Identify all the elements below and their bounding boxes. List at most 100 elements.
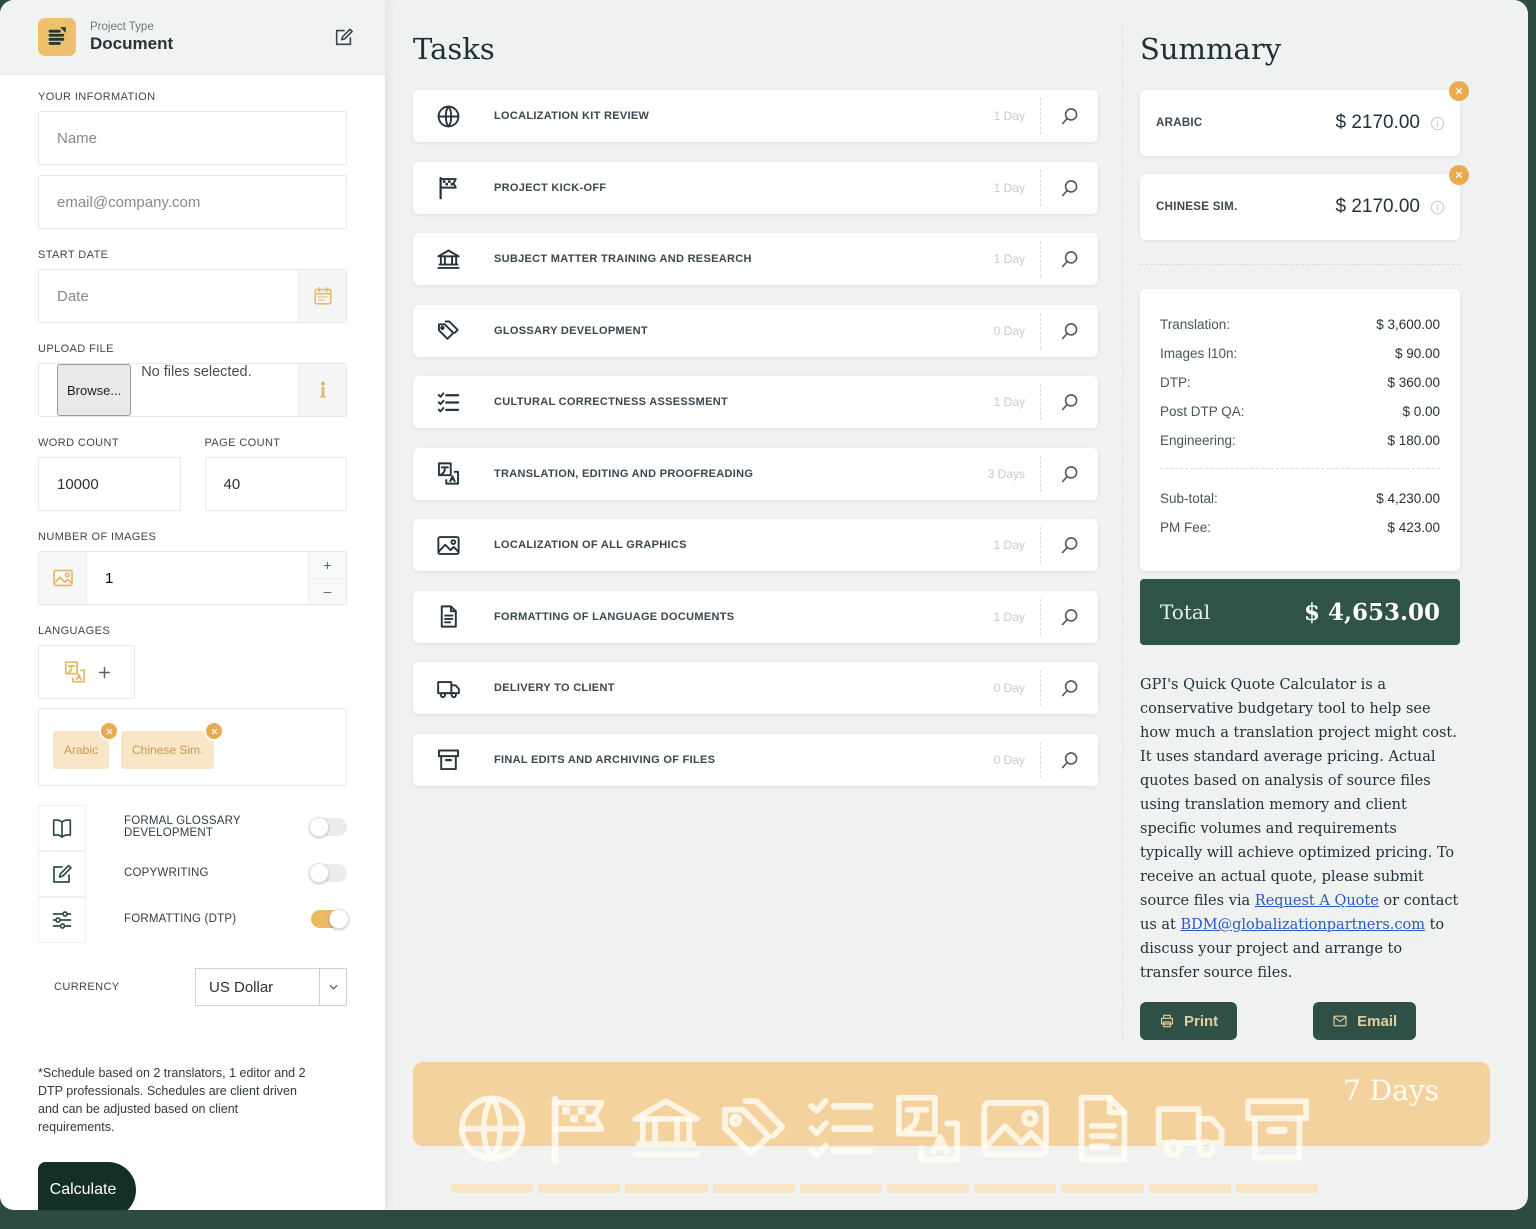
toggle-label: FORMATTING (DTP) <box>124 913 311 925</box>
number-of-images-field: + – <box>38 551 347 605</box>
close-icon <box>1455 171 1463 179</box>
summary-language-card: ARABIC $ 2170.00 <box>1140 90 1460 156</box>
search-icon[interactable] <box>1054 601 1086 633</box>
bdm-email-link[interactable]: BDM@globalizationpartners.com <box>1180 917 1424 933</box>
images-count-input[interactable] <box>87 552 308 604</box>
info-circle-icon[interactable] <box>1429 199 1446 216</box>
search-icon[interactable] <box>1054 386 1086 418</box>
upload-info-button[interactable] <box>298 364 346 416</box>
images-decrement-button[interactable]: – <box>309 579 346 605</box>
task-label: TRANSLATION, EDITING AND PROOFREADING <box>494 468 988 480</box>
search-icon[interactable] <box>1054 458 1086 490</box>
pm-fee-row: PM Fee: $ 423.00 <box>1160 520 1440 535</box>
start-date-label: START DATE <box>38 249 347 261</box>
divider <box>1040 527 1041 563</box>
word-count-input[interactable] <box>38 457 181 511</box>
search-icon[interactable] <box>1054 172 1086 204</box>
search-icon[interactable] <box>1054 529 1086 561</box>
task-label: LOCALIZATION KIT REVIEW <box>494 110 994 122</box>
tags-icon <box>713 1074 795 1183</box>
divider <box>1160 468 1440 469</box>
calendar-button[interactable] <box>298 270 346 322</box>
divider <box>1040 742 1041 778</box>
task-duration: 1 Day <box>994 538 1025 552</box>
page-count-input[interactable] <box>205 457 348 511</box>
info-circle-icon[interactable] <box>1429 115 1446 132</box>
tasks-panel: Tasks LOCALIZATION KIT REVIEW 1 Day PROJ… <box>413 20 1098 1040</box>
info-icon <box>312 379 334 401</box>
summary-title: Summary <box>1140 32 1460 66</box>
remove-language-button[interactable] <box>99 721 119 741</box>
task-row: FINAL EDITS AND ARCHIVING OF FILES 0 Day <box>413 734 1098 786</box>
breakdown-label: DTP: <box>1160 375 1191 390</box>
page-count-label: PAGE COUNT <box>205 437 348 449</box>
timeline-bar <box>887 1184 969 1193</box>
task-label: GLOSSARY DEVELOPMENT <box>494 325 994 337</box>
breakdown-row: Post DTP QA: $ 0.00 <box>1160 404 1440 419</box>
search-icon[interactable] <box>1054 672 1086 704</box>
currency-label: CURRENCY <box>54 981 195 993</box>
task-duration: 1 Day <box>994 252 1025 266</box>
remove-summary-language-button[interactable] <box>1449 165 1469 185</box>
chip-label: Arabic <box>64 743 98 757</box>
edit-project-type-icon[interactable] <box>333 26 355 48</box>
task-row: PROJECT KICK-OFF 1 Day <box>413 162 1098 214</box>
remove-summary-language-button[interactable] <box>1449 81 1469 101</box>
search-icon[interactable] <box>1054 315 1086 347</box>
document-lines-icon <box>38 18 76 56</box>
selected-languages: Arabic Chinese Sim. <box>38 708 347 786</box>
timeline-bar <box>974 1184 1056 1193</box>
printer-icon <box>1159 1013 1175 1029</box>
toggle-label: FORMAL GLOSSARY DEVELOPMENT <box>124 815 311 839</box>
task-row: CULTURAL CORRECTNESS ASSESSMENT 1 Day <box>413 376 1098 428</box>
task-label: FORMATTING OF LANGUAGE DOCUMENTS <box>494 611 994 623</box>
calendar-icon <box>312 285 334 307</box>
translate-icon <box>887 1074 969 1183</box>
timeline-bar <box>713 1184 795 1193</box>
project-type-text: Project Type Document <box>90 21 333 54</box>
currency-row: CURRENCY US Dollar <box>38 968 347 1006</box>
task-duration: 1 Day <box>994 610 1025 624</box>
task-duration: 1 Day <box>994 181 1025 195</box>
task-label: SUBJECT MATTER TRAINING AND RESEARCH <box>494 253 994 265</box>
timeline-segment <box>1149 1056 1231 1165</box>
print-button[interactable]: Print <box>1140 1002 1237 1040</box>
start-date-field <box>38 269 347 323</box>
timeline-duration: 7 Days <box>1318 1074 1464 1107</box>
email-label: Email <box>1357 1013 1397 1030</box>
calculate-button[interactable]: Calculate <box>38 1162 136 1210</box>
date-input[interactable] <box>39 270 298 322</box>
pm-fee-value: $ 423.00 <box>1387 520 1440 535</box>
remove-language-button[interactable] <box>204 721 224 741</box>
timeline-segment <box>451 1056 533 1165</box>
globe-icon <box>435 103 462 130</box>
timeline-segment <box>713 1056 795 1165</box>
truck-icon <box>1149 1074 1231 1183</box>
add-language-button[interactable] <box>38 645 135 699</box>
task-label: LOCALIZATION OF ALL GRAPHICS <box>494 539 994 551</box>
search-icon[interactable] <box>1054 243 1086 275</box>
archive-icon <box>435 746 462 773</box>
envelope-icon <box>1332 1013 1348 1029</box>
search-icon[interactable] <box>1054 744 1086 776</box>
name-input[interactable] <box>38 111 347 165</box>
email-button[interactable]: Email <box>1313 1002 1416 1040</box>
currency-select[interactable]: US Dollar <box>196 969 346 1005</box>
summary-language-card: CHINESE SIM. $ 2170.00 <box>1140 174 1460 240</box>
breakdown-row: Translation: $ 3,600.00 <box>1160 317 1440 332</box>
browse-button[interactable]: Browse... <box>57 364 131 416</box>
images-increment-button[interactable]: + <box>309 552 346 579</box>
glossary-toggle[interactable] <box>311 818 347 836</box>
project-type-header: Project Type Document <box>0 0 385 75</box>
request-a-quote-link[interactable]: Request A Quote <box>1255 893 1379 909</box>
breakdown-value: $ 180.00 <box>1387 433 1440 448</box>
task-label: FINAL EDITS AND ARCHIVING OF FILES <box>494 754 994 766</box>
copywriting-toggle[interactable] <box>311 864 347 882</box>
formatting-dtp-toggle[interactable] <box>311 910 347 928</box>
divider <box>1040 170 1041 206</box>
search-icon[interactable] <box>1054 100 1086 132</box>
truck-icon <box>435 675 462 702</box>
email-input[interactable] <box>38 175 347 229</box>
breakdown-value: $ 90.00 <box>1395 346 1440 361</box>
summary-language-name: ARABIC <box>1156 117 1335 129</box>
